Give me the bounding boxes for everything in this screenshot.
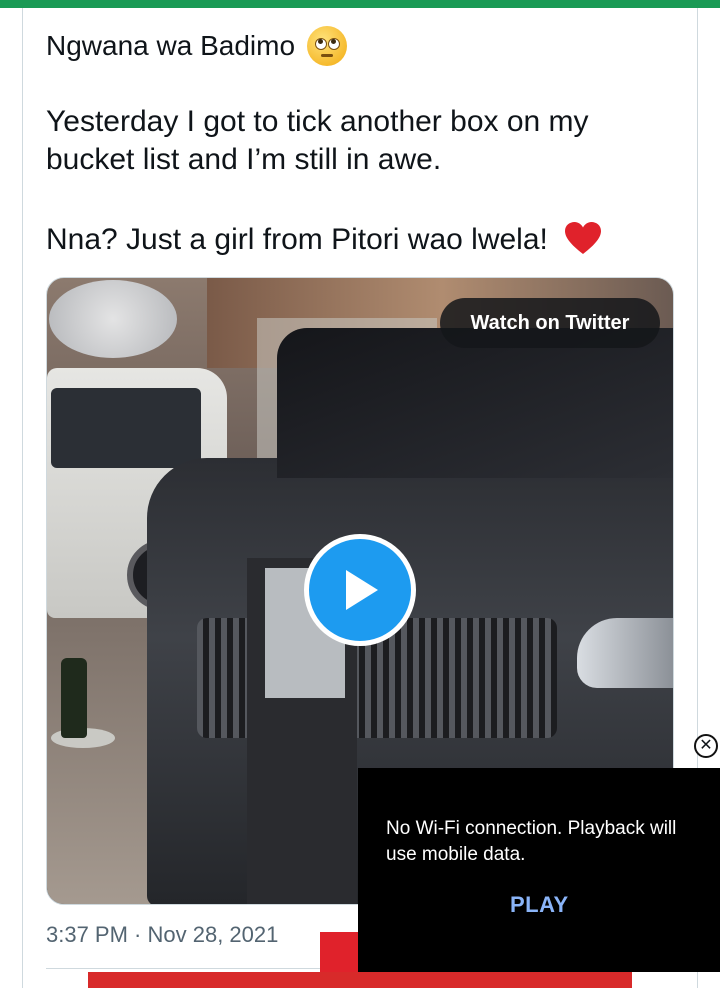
tweet-text-line-3: Nna? Just a girl from Pitori wao lwela! <box>46 220 602 260</box>
top-status-bar <box>0 0 720 8</box>
balloon <box>49 280 177 358</box>
play-button[interactable] <box>304 534 416 646</box>
author-name: Ngwana wa Badimo <box>46 30 296 61</box>
rolling-eyes-emoji-icon <box>307 26 348 66</box>
watch-on-twitter-button[interactable]: Watch on Twitter <box>440 298 660 348</box>
red-heart-icon <box>565 222 602 254</box>
tweet-text-line-2: bucket list and I’m still in awe. <box>46 143 442 176</box>
popup-close-button[interactable]: ✕ <box>694 734 718 758</box>
play-icon <box>346 570 378 610</box>
popup-play-button[interactable]: PLAY <box>510 892 569 918</box>
close-icon: ✕ <box>699 737 713 754</box>
black-van-headlight <box>577 618 673 688</box>
tweet-text-line-1: Yesterday I got to tick another box on m… <box>46 105 589 138</box>
white-van-window <box>51 388 201 468</box>
tweet-text-line-3-text: Nna? Just a girl from Pitori wao lwela! <box>46 223 548 256</box>
tweet-author: Ngwana wa Badimo <box>46 26 348 66</box>
black-van-windshield <box>277 328 673 478</box>
tweet-timestamp[interactable]: 3:37 PM · Nov 28, 2021 <box>46 922 278 948</box>
ad-banner-strip[interactable] <box>88 972 632 988</box>
popup-message: No Wi-Fi connection. Playback will use m… <box>386 818 677 865</box>
champagne-bottle <box>61 658 87 738</box>
mobile-data-popup: No Wi-Fi connection. Playback will use m… <box>358 768 720 972</box>
